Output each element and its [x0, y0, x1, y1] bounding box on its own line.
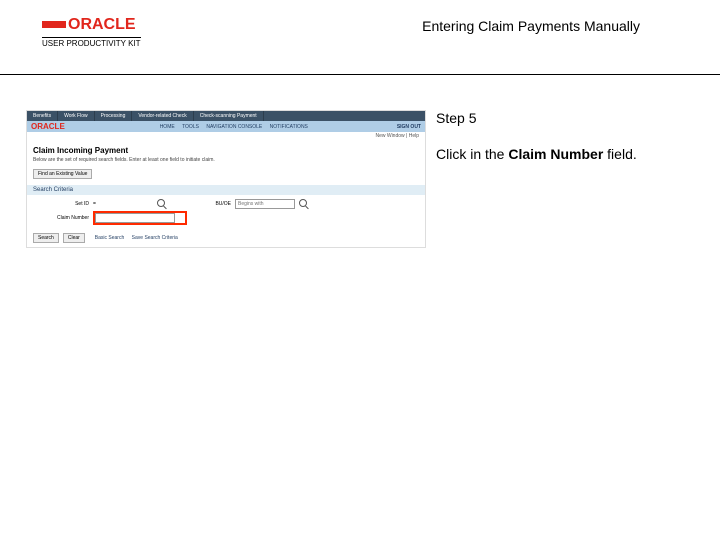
label-bu: BU/OE: [191, 201, 231, 207]
oracle-logo: ORACLE: [42, 16, 136, 34]
top-menu-item[interactable]: Processing: [95, 111, 133, 121]
app-page-desc: Below are the set of required search fie…: [27, 157, 425, 169]
app-oracle-logo: ORACLE: [31, 122, 65, 131]
tab-nav-console[interactable]: NAVIGATION CONSOLE: [206, 124, 262, 130]
step-label: Step 5: [436, 110, 694, 127]
tab-notifications[interactable]: NOTIFICATIONS: [270, 124, 308, 130]
app-tabs: HOME TOOLS NAVIGATION CONSOLE NOTIFICATI…: [154, 124, 308, 130]
brand-subtitle: USER PRODUCTIVITY KIT: [42, 37, 141, 48]
app-substrip: New Window | Help: [27, 132, 425, 140]
tab-tools[interactable]: TOOLS: [182, 124, 199, 130]
search-criteria-header: Search Criteria: [27, 185, 425, 195]
app-screenshot: Benefits Work Flow Processing Vendor-rel…: [26, 110, 426, 248]
lookup-icon[interactable]: [157, 199, 165, 207]
app-page-title: Claim Incoming Payment: [27, 140, 425, 157]
app-top-menu: Benefits Work Flow Processing Vendor-rel…: [27, 111, 425, 121]
label-setid: Set ID: [33, 201, 89, 207]
find-existing-value-button[interactable]: Find an Existing Value: [33, 169, 92, 179]
signout-link[interactable]: SIGN OUT: [397, 124, 421, 130]
basic-search-link[interactable]: Basic Search: [95, 235, 124, 241]
instruction-text: Click in the Claim Number field.: [436, 145, 694, 165]
lookup-icon[interactable]: [299, 199, 307, 207]
clear-button[interactable]: Clear: [63, 233, 85, 243]
tab-home[interactable]: HOME: [160, 124, 175, 130]
instruction-field-name: Claim Number: [508, 146, 603, 162]
page-title: Entering Claim Payments Manually: [422, 18, 640, 35]
top-menu-item[interactable]: Work Flow: [58, 111, 95, 121]
top-menu-item[interactable]: Benefits: [27, 111, 58, 121]
top-menu-item[interactable]: Vendor-related Check: [132, 111, 193, 121]
claim-number-field[interactable]: [95, 213, 175, 223]
label-claim-number: Claim Number: [33, 215, 89, 221]
header-divider: [0, 74, 720, 75]
save-search-link[interactable]: Save Search Criteria: [132, 235, 178, 241]
bu-field[interactable]: [235, 199, 295, 209]
instruction-suffix: field.: [603, 146, 636, 162]
search-button[interactable]: Search: [33, 233, 59, 243]
instruction-prefix: Click in the: [436, 146, 508, 162]
brand-block: ORACLE USER PRODUCTIVITY KIT: [42, 16, 141, 48]
top-menu-item[interactable]: Check-scanning Payment: [194, 111, 264, 121]
